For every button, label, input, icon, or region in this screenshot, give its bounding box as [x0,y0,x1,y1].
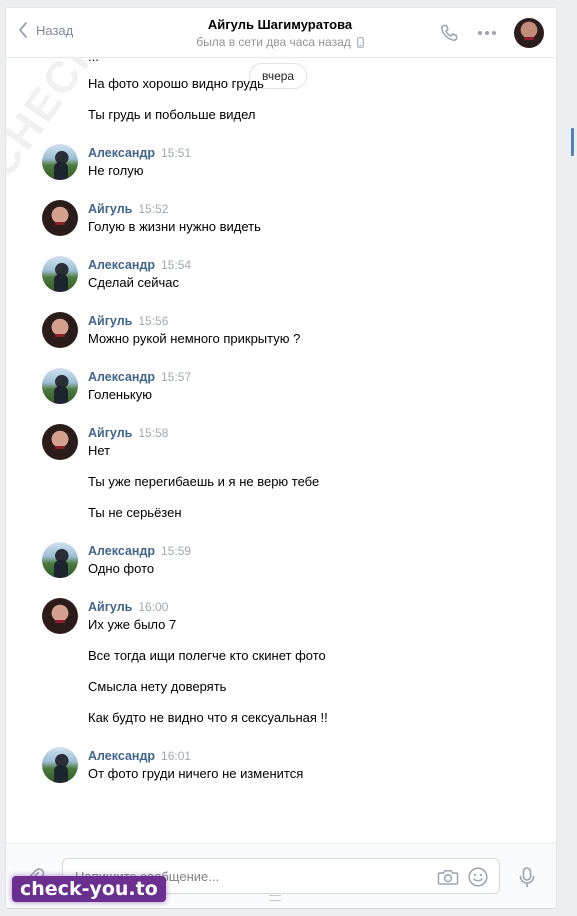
emoji-icon[interactable] [467,866,489,888]
sender-name[interactable]: Айгуль [88,314,132,328]
message-text: На фото хорошо видно грудь [88,76,264,91]
message-time[interactable]: 15:57 [161,370,191,384]
sender-name[interactable]: Александр [88,258,155,272]
message-header: Александр 15:57 [88,369,191,385]
avatar[interactable] [42,747,78,783]
sender-name[interactable]: Александр [88,146,155,160]
resize-handle[interactable] [269,895,281,901]
watermark-badge: check-you.to [12,876,166,902]
peer-info[interactable]: Айгуль Шагимуратова была в сети два часа… [156,17,404,49]
sender-name[interactable]: Александр [88,749,155,763]
message-text: Не голую [88,163,144,178]
message-time[interactable]: 15:58 [138,426,168,440]
avatar[interactable] [42,598,78,634]
message-text: Ты грудь и побольше видел [88,107,256,122]
message-text: Одно фото [88,561,155,576]
avatar[interactable] [42,256,78,292]
chat-window: Назад Айгуль Шагимуратова была в сети дв… [6,8,556,908]
sender-name[interactable]: Александр [88,544,155,558]
message-time[interactable]: 16:01 [161,749,191,763]
scroll-indicator[interactable] [571,128,574,156]
message-time[interactable]: 15:54 [161,258,191,272]
message-text: Голую в жизни нужно видеть [88,219,261,234]
message-header: Александр 16:01 [88,748,191,764]
message-text: Как будто не видно что я сексуальная !! [88,710,328,725]
message-text: Сделай сейчас [88,275,179,290]
message-time[interactable]: 16:00 [138,600,168,614]
message-time[interactable]: 15:51 [161,146,191,160]
peer-avatar[interactable] [514,18,544,48]
sender-name[interactable]: Айгуль [88,202,132,216]
message-header: Айгуль 15:58 [88,425,168,441]
avatar[interactable] [42,144,78,180]
message-text: Ты уже перегибаешь и я не верю тебе [88,474,320,489]
message-header: Айгуль 16:00 [88,599,168,615]
microphone-icon[interactable] [516,866,538,888]
phone-icon [441,24,458,41]
avatar[interactable] [42,424,78,460]
message-text: Можно рукой немного прикрытую ? [88,331,301,346]
avatar[interactable] [42,368,78,404]
back-label: Назад [36,22,74,38]
camera-icon[interactable] [437,866,459,888]
more-icon [478,31,496,35]
message-text: Голенькую [88,387,152,402]
message-text: Нет [88,443,111,458]
sender-name[interactable]: Александр [88,370,155,384]
message-header: Александр 15:59 [88,543,191,559]
peer-status: была в сети два часа назад [156,35,404,49]
sender-name[interactable]: Айгуль [88,600,132,614]
message-history: ... вчера На фото хорошо видно грудь Ты … [6,58,556,843]
message-time[interactable]: 15:59 [161,544,191,558]
chevron-left-icon [19,22,27,38]
message-time[interactable]: 15:56 [138,314,168,328]
avatar[interactable] [42,312,78,348]
message-header: Айгуль 15:52 [88,201,168,217]
message-header: Александр 15:51 [88,145,191,161]
peer-name: Айгуль Шагимуратова [207,17,353,32]
message-text: Смысла нету доверять [88,679,227,694]
message-header: Александр 15:54 [88,257,191,273]
message-text: Их уже было 7 [88,617,177,632]
back-button[interactable]: Назад [18,22,73,38]
message-text: Все тогда ищи полегче кто скинет фото [88,648,326,663]
avatar[interactable] [42,200,78,236]
more-button[interactable] [476,22,498,44]
call-button[interactable] [438,22,460,44]
avatar[interactable] [42,542,78,578]
message-text: От фото груди ничего не изменится [88,766,304,781]
sender-name[interactable]: Айгуль [88,426,132,440]
header-actions [438,18,544,48]
mobile-icon [356,36,364,48]
peer-status-text: была в сети два часа назад [196,35,351,49]
message-text: ... [88,58,99,65]
chat-header: Назад Айгуль Шагимуратова была в сети дв… [6,8,556,58]
message-header: Айгуль 15:56 [88,313,168,329]
message-time[interactable]: 15:52 [138,202,168,216]
message-text: Ты не серьёзен [88,505,182,520]
